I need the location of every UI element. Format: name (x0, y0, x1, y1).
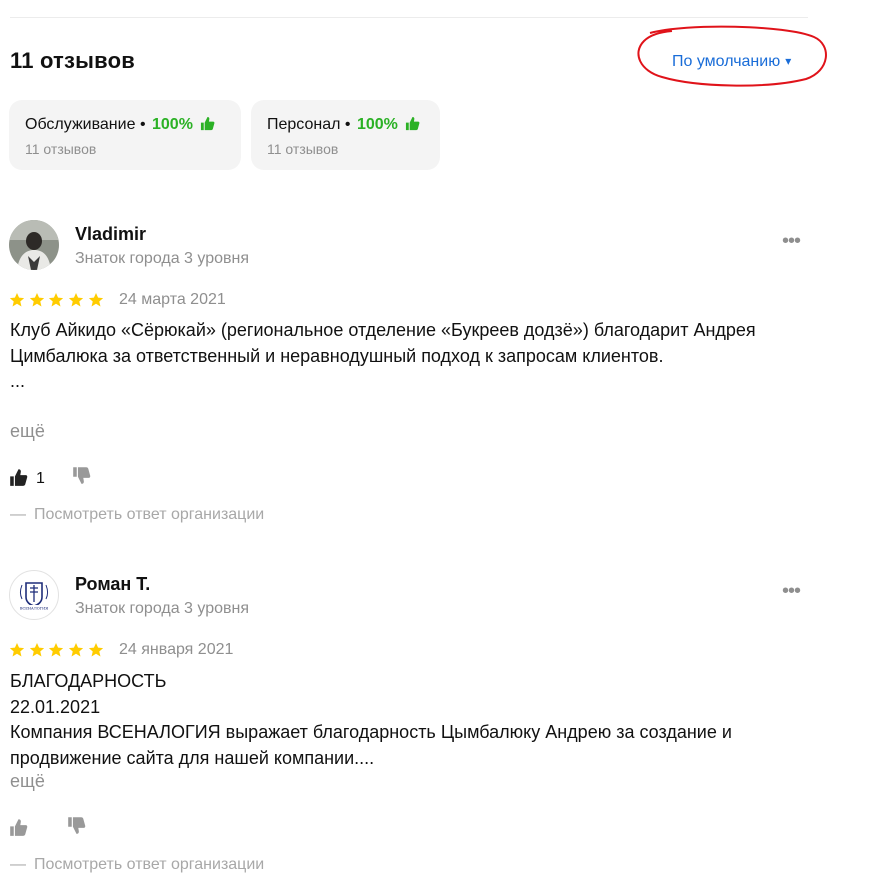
thumb-up-icon (405, 116, 420, 136)
svg-text:ВСЕНАЛОГИЯ: ВСЕНАЛОГИЯ (20, 607, 48, 611)
rating-stars (9, 642, 107, 660)
aspect-staff[interactable]: Персонал • 100% 11 отзывов (251, 100, 440, 170)
aspect-name: Персонал (267, 116, 341, 133)
star-icon (68, 293, 84, 307)
star-icon (88, 643, 103, 657)
more-icon[interactable]: ••• (782, 581, 801, 601)
dash: — (10, 856, 26, 873)
aspect-service[interactable]: Обслуживание • 100% 11 отзывов (9, 100, 241, 170)
author-badge: Знаток города 3 уровня (75, 600, 250, 617)
expand-link[interactable]: ещё (10, 771, 45, 792)
thumb-up-icon (10, 469, 28, 486)
star-icon (29, 293, 44, 307)
like-button[interactable] (9, 468, 28, 492)
view-org-answer-link[interactable]: — Посмотреть ответ организации (10, 506, 264, 524)
rating-stars (9, 292, 107, 310)
author-badge: Знаток города 3 уровня (75, 250, 250, 267)
chevron-down-icon: ▾ (785, 54, 792, 68)
top-divider (10, 17, 808, 18)
star-icon (9, 643, 25, 657)
reviews-count-title: 11 отзывов (10, 48, 135, 73)
review-text: БЛАГОДАРНОСТЬ 22.01.2021 Компания ВСЕНАЛ… (10, 671, 732, 768)
avatar[interactable] (9, 220, 59, 270)
star-icon (68, 643, 84, 657)
review-text: Клуб Айкидо «Сёрюкай» (региональное отде… (10, 320, 756, 391)
sort-dropdown[interactable]: По умолчанию ▾ (672, 53, 791, 71)
aspect-separator: • (139, 116, 146, 133)
star-icon (49, 293, 64, 307)
company-logo: ВСЕНАЛОГИЯ (12, 573, 56, 617)
answer-label: Посмотреть ответ организации (34, 856, 265, 873)
expand-link[interactable]: ещё (10, 421, 45, 442)
aspect-separator: • (344, 116, 351, 133)
like-count: 1 (36, 470, 45, 487)
aspect-name: Обслуживание (25, 116, 136, 133)
dislike-button[interactable] (67, 816, 86, 840)
aspect-percent: 100% (356, 116, 398, 133)
author-name[interactable]: Vladimir (75, 224, 146, 245)
sort-label: По умолчанию (672, 53, 781, 70)
aspect-percent: 100% (152, 116, 193, 133)
like-button[interactable] (9, 818, 28, 842)
answer-label: Посмотреть ответ организации (34, 506, 265, 523)
star-icon (29, 643, 44, 657)
author-name[interactable]: Роман Т. (75, 574, 150, 595)
aspect-count: 11 отзывов (25, 141, 97, 157)
review-date: 24 марта 2021 (119, 291, 226, 308)
thumb-down-icon (73, 467, 91, 484)
star-icon (9, 293, 25, 307)
aspect-count: 11 отзывов (267, 141, 339, 157)
dislike-button[interactable] (72, 466, 91, 490)
review-date: 24 января 2021 (119, 641, 234, 658)
star-icon (49, 643, 64, 657)
avatar[interactable]: ВСЕНАЛОГИЯ (9, 570, 59, 620)
view-org-answer-link[interactable]: — Посмотреть ответ организации (10, 856, 264, 874)
thumb-up-icon (10, 819, 28, 836)
more-icon[interactable]: ••• (782, 231, 801, 251)
thumb-down-icon (68, 817, 86, 834)
star-icon (88, 293, 103, 307)
dash: — (10, 506, 26, 523)
thumb-up-icon (200, 116, 215, 136)
